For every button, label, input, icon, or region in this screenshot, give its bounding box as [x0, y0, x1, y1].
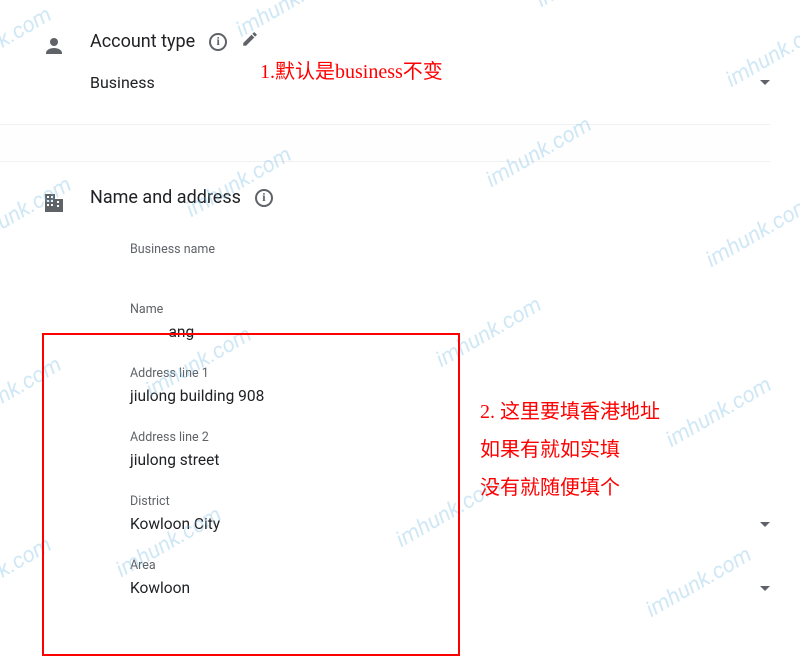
field-label: Name — [130, 302, 770, 317]
annotation-1: 1.默认是business不变 — [260, 53, 443, 91]
name-value: ang — [130, 323, 194, 341]
edit-icon[interactable] — [241, 30, 259, 53]
field-label: Area — [130, 558, 770, 573]
field-label: Business name — [130, 242, 770, 257]
area-field[interactable]: Area Kowloon — [130, 558, 770, 602]
address-line-2-field[interactable]: Address line 2 jiulong street — [130, 430, 770, 474]
district-value: Kowloon City — [130, 515, 220, 533]
address2-value: jiulong street — [130, 451, 219, 469]
account-type-value: Business — [90, 73, 155, 92]
name-field[interactable]: Name ang — [130, 302, 770, 346]
business-name-field[interactable]: Business name — [130, 242, 770, 282]
person-icon — [40, 32, 68, 60]
section-divider — [0, 124, 770, 162]
annotation-2: 2. 这里要填香港地址 如果有就如实填 没有就随便填个 — [480, 393, 660, 507]
address1-value: jiulong building 908 — [130, 387, 264, 405]
name-address-title: Name and address — [90, 187, 241, 208]
info-icon[interactable]: i — [255, 189, 273, 207]
area-value: Kowloon — [130, 579, 190, 597]
account-type-title: Account type — [90, 31, 195, 52]
chevron-down-icon — [760, 586, 770, 591]
info-icon[interactable]: i — [209, 33, 227, 51]
name-address-section: Name and address i — [40, 187, 770, 217]
field-label: District — [130, 494, 770, 509]
chevron-down-icon — [760, 522, 770, 527]
district-field[interactable]: District Kowloon City — [130, 494, 770, 538]
field-label: Address line 1 — [130, 366, 770, 381]
field-label: Address line 2 — [130, 430, 770, 445]
chevron-down-icon — [760, 80, 770, 85]
address-line-1-field[interactable]: Address line 1 jiulong building 908 — [130, 366, 770, 410]
building-icon — [40, 189, 68, 217]
